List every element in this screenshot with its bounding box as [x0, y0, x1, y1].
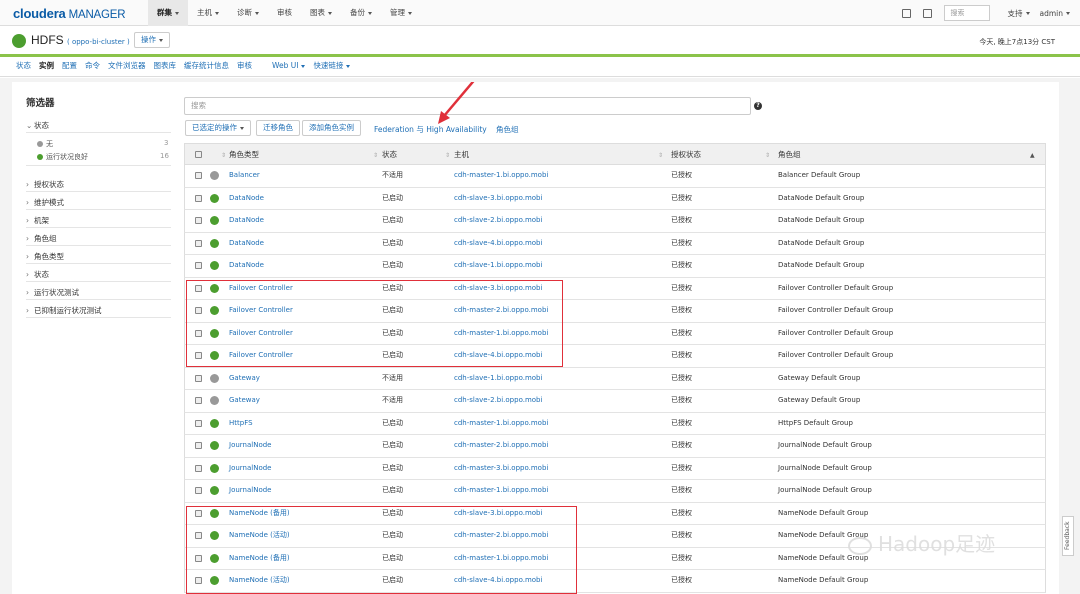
topnav-label: 审核	[277, 8, 292, 17]
logo-brand: cloudera	[13, 6, 66, 21]
user-label: admin	[1039, 8, 1064, 18]
actions-label: 操作	[141, 35, 156, 44]
chevron-down-icon	[368, 11, 372, 15]
tasks-icon[interactable]	[922, 8, 932, 18]
topnav-item-4[interactable]: 图表	[301, 0, 341, 26]
topnav-label: 备份	[350, 8, 365, 17]
watermark-text: Hadoop足迹	[878, 532, 996, 556]
tab-3[interactable]: 命令	[81, 57, 104, 76]
tab-label: 文件浏览器	[108, 61, 146, 70]
chevron-down-icon	[301, 64, 306, 68]
top-nav-menu: 群集 主机 诊断 审核 图表 备份 管理	[148, 0, 421, 26]
tab-9[interactable]: 快速链接	[309, 57, 354, 76]
topnav-label: 管理	[390, 8, 405, 17]
topnav-label: 群集	[157, 8, 172, 17]
chevron-down-icon	[346, 64, 351, 68]
wechat-icon	[848, 536, 872, 555]
tab-2[interactable]: 配置	[58, 57, 81, 76]
topnav-label: 主机	[197, 8, 212, 17]
tab-label: 状态	[16, 61, 31, 70]
tab-label: 缓存统计信息	[184, 61, 229, 70]
tab-label: 配置	[62, 61, 77, 70]
parcel-icon[interactable]	[901, 8, 911, 18]
chevron-down-icon	[215, 11, 219, 15]
topnav-item-3[interactable]: 审核	[268, 0, 301, 26]
tab-label: 实例	[39, 61, 54, 70]
cloudera-logo[interactable]: cloudera MANAGER	[13, 6, 126, 21]
service-tabs: 状态 实例 配置 命令 文件浏览器 图表库 缓存统计信息 审核 Web UI 快速链接	[0, 57, 1080, 77]
user-menu[interactable]: admin	[1039, 8, 1070, 18]
chevron-down-icon	[1025, 12, 1030, 15]
service-header: HDFS ( oppo-bi-cluster ) 操作 今天, 晚上7点13分 …	[0, 27, 1080, 54]
tab-label: 图表库	[153, 61, 177, 70]
tab-0[interactable]: 状态	[12, 57, 35, 76]
tab-label: Web UI	[272, 61, 299, 70]
tab-6[interactable]: 缓存统计信息	[180, 57, 233, 76]
chevron-down-icon	[1066, 12, 1070, 15]
tab-label: 快速链接	[313, 61, 344, 70]
chevron-down-icon	[408, 11, 412, 15]
top-right-tools: 搜索 支持 admin	[901, 0, 1070, 26]
support-label: 支持	[1007, 8, 1023, 18]
topnav-item-1[interactable]: 主机	[188, 0, 228, 26]
actions-button[interactable]: 操作	[134, 32, 170, 48]
feedback-tab[interactable]: Feedback	[1062, 516, 1074, 556]
support-menu[interactable]: 支持	[1008, 8, 1030, 19]
topnav-item-2[interactable]: 诊断	[228, 0, 268, 26]
global-search-input[interactable]: 搜索	[943, 5, 990, 21]
chevron-down-icon	[255, 11, 259, 15]
topnav-item-5[interactable]: 备份	[341, 0, 381, 26]
service-health-icon	[12, 34, 26, 48]
annotation-arrow-icon	[438, 82, 475, 124]
chevron-down-icon	[328, 11, 332, 15]
chevron-down-icon	[159, 38, 163, 42]
tab-5[interactable]: 图表库	[150, 57, 181, 76]
instances-panel: 筛选器 ⌄ 状态 无 3 运行状况良好 16 › 授权状态 › 维护模式 › 机架 › 角色组 ›…	[12, 82, 1059, 594]
tab-4[interactable]: 文件浏览器	[104, 57, 150, 76]
tab-1[interactable]: 实例	[35, 57, 58, 76]
tab-8[interactable]: Web UI	[268, 57, 309, 76]
page-body: 筛选器 ⌄ 状态 无 3 运行状况良好 16 › 授权状态 › 维护模式 › 机架 › 角色组 ›…	[0, 78, 1080, 594]
watermark: Hadoop足迹	[848, 528, 995, 557]
topnav-item-6[interactable]: 管理	[381, 0, 421, 26]
tab-label: 审核	[237, 61, 252, 70]
current-time[interactable]: 今天, 晚上7点13分 CST	[979, 37, 1055, 47]
topnav-item-0[interactable]: 群集	[148, 0, 188, 26]
topnav-label: 图表	[310, 8, 325, 17]
tab-label: 命令	[85, 61, 100, 70]
top-navbar: cloudera MANAGER 群集 主机 诊断 审核 图表 备份 管理 搜索 支持 adm…	[0, 0, 1080, 26]
tab-7[interactable]: 审核	[233, 57, 256, 76]
cluster-link[interactable]: ( oppo-bi-cluster )	[67, 38, 130, 46]
topnav-label: 诊断	[237, 8, 252, 17]
logo-product: MANAGER	[68, 9, 126, 21]
service-title: HDFS	[31, 33, 64, 47]
chevron-down-icon	[175, 11, 179, 15]
